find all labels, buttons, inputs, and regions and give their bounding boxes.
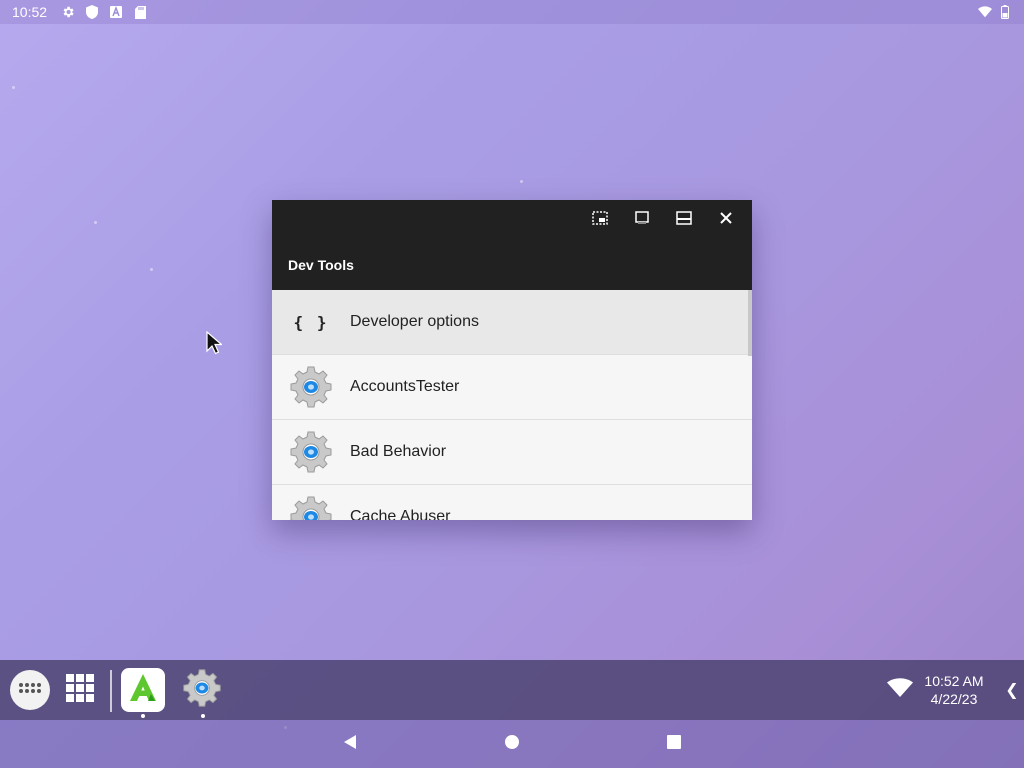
app-bar: Dev Tools — [272, 240, 752, 290]
gear-app-icon — [272, 420, 350, 485]
dev-tools-list[interactable]: { } Developer options AccountsTester Bad… — [272, 290, 752, 520]
close-icon — [719, 211, 733, 230]
dev-tools-window: Dev Tools { } Developer options Accounts… — [272, 200, 752, 520]
back-button[interactable] — [336, 732, 364, 756]
list-item-label: AccountsTester — [350, 378, 460, 395]
wifi-icon — [978, 5, 992, 19]
pip-icon — [592, 210, 608, 230]
settings-icon — [61, 5, 75, 19]
aptoide-app-button[interactable] — [121, 668, 165, 712]
home-button[interactable] — [498, 732, 526, 756]
close-button[interactable] — [708, 202, 744, 238]
dev-tools-icon — [181, 667, 223, 714]
taskbar: 10:52 AM 4/22/23 ❮ — [0, 660, 1024, 720]
expand-tray-button[interactable]: ❮ — [1002, 678, 1022, 702]
maximize-button[interactable] — [666, 202, 702, 238]
clock-time: 10:52 AM — [924, 673, 984, 689]
list-item-cache-abuser[interactable]: Cache Abuser — [272, 485, 752, 520]
list-item-bad-behavior[interactable]: Bad Behavior — [272, 420, 752, 485]
wallpaper-sparkle — [12, 86, 15, 89]
list-item-label: Cache Abuser — [350, 508, 451, 520]
home-icon — [504, 734, 520, 755]
recents-grid-button[interactable] — [64, 673, 96, 707]
app-drawer-icon — [18, 681, 42, 699]
aptoide-icon — [126, 671, 160, 710]
overview-button[interactable] — [660, 732, 688, 756]
status-bar: 10:52 — [0, 0, 1024, 24]
app-title: Dev Tools — [288, 257, 354, 273]
wallpaper-sparkle — [94, 221, 97, 224]
list-item-accounts-tester[interactable]: AccountsTester — [272, 355, 752, 420]
pip-button[interactable] — [582, 202, 618, 238]
list-item-label: Developer options — [350, 313, 479, 330]
running-indicator — [141, 714, 145, 718]
taskbar-clock[interactable]: 10:52 AM 4/22/23 — [918, 672, 990, 708]
window-caption-bar[interactable] — [272, 200, 752, 240]
wallpaper-sparkle — [150, 268, 153, 271]
taskbar-wifi-button[interactable] — [886, 677, 914, 703]
chevron-left-icon: ❮ — [1005, 682, 1019, 699]
shield-icon — [85, 5, 99, 19]
running-indicator — [201, 714, 205, 718]
clock-date: 4/22/23 — [930, 691, 978, 707]
braces-glyph: { } — [293, 312, 329, 332]
gear-app-icon — [272, 485, 350, 520]
battery-icon — [998, 5, 1012, 19]
dev-tools-app-button[interactable] — [180, 668, 224, 712]
status-right — [978, 5, 1012, 19]
wallpaper-sparkle — [520, 180, 523, 183]
mouse-cursor-icon — [206, 330, 224, 355]
app-drawer-button[interactable] — [10, 670, 50, 710]
status-time: 10:52 — [12, 4, 48, 20]
recents-grid-icon — [66, 673, 94, 707]
restore-button[interactable] — [624, 202, 660, 238]
gear-app-icon — [272, 355, 350, 420]
overview-icon — [666, 734, 682, 755]
list-item-developer-options[interactable]: { } Developer options — [272, 290, 752, 355]
wifi-icon — [887, 677, 913, 703]
restore-icon — [635, 210, 649, 230]
taskbar-divider — [110, 670, 112, 712]
list-item-label: Bad Behavior — [350, 443, 447, 460]
back-icon — [342, 734, 358, 755]
braces-icon: { } — [272, 290, 350, 355]
a-badge-icon — [109, 5, 123, 19]
sd-card-icon — [133, 5, 147, 19]
status-left: 10:52 — [12, 4, 147, 20]
maximize-icon — [676, 210, 692, 230]
navigation-bar — [0, 720, 1024, 768]
list-scrollbar[interactable] — [748, 290, 752, 356]
